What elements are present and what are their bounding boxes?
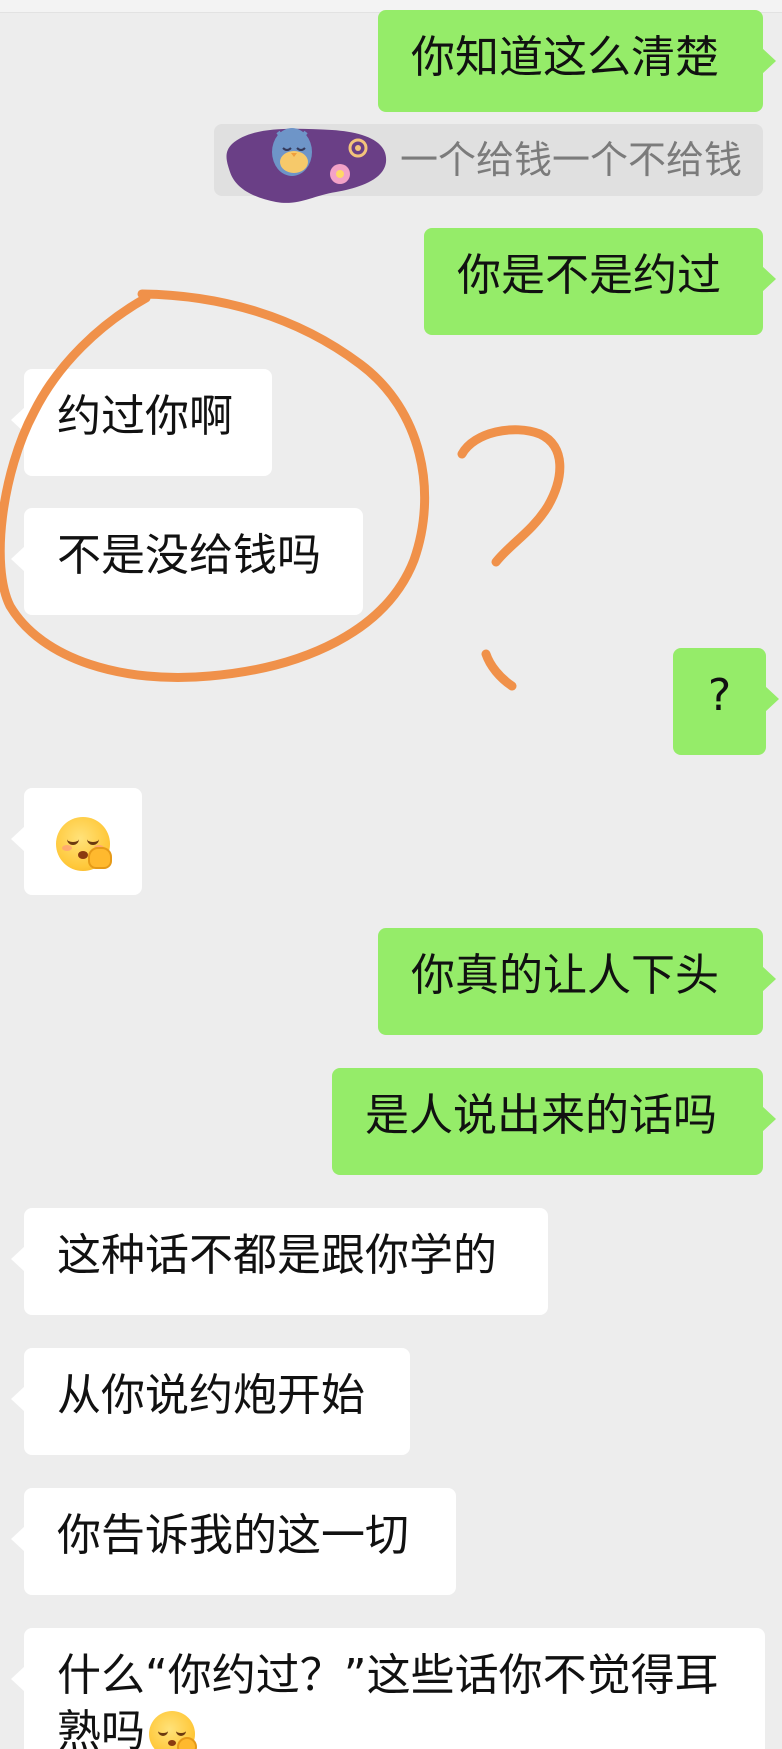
message-text: 你真的让人下头 <box>411 950 719 1001</box>
message-text: 从你说约炮开始 <box>57 1370 365 1421</box>
message-bubble-outgoing[interactable]: 你知道这么清楚 <box>378 10 776 112</box>
smirk-shushing-emoji-icon <box>56 817 112 871</box>
message-bubble-outgoing[interactable]: 你是不是约过 <box>424 228 776 335</box>
question-mark-icon <box>457 425 565 567</box>
message-bubble-incoming[interactable]: 约过你啊 <box>11 369 272 476</box>
message-text: ? <box>707 670 732 721</box>
message-text: 不是没给钱吗 <box>57 530 321 581</box>
message-bubble-incoming[interactable]: 你告诉我的这一切 <box>11 1488 456 1595</box>
message-bubble-incoming[interactable] <box>11 788 142 895</box>
message-text: 你是不是约过 <box>457 250 721 301</box>
message-bubble-outgoing[interactable]: 你真的让人下头 <box>378 928 776 1035</box>
smirk-shushing-emoji-icon <box>149 1711 197 1749</box>
message-text: 你告诉我的这一切 <box>57 1510 409 1561</box>
message-bubble-outgoing[interactable]: 是人说出来的话吗 <box>332 1068 776 1175</box>
message-bubble-incoming[interactable]: 不是没给钱吗 <box>11 508 363 615</box>
quoted-text: 一个给钱一个不给钱 <box>400 138 743 182</box>
message-text: 是人说出来的话吗 <box>365 1090 717 1141</box>
message-bubble-outgoing[interactable]: ? <box>673 648 779 755</box>
message-text: 这种话不都是跟你学的 <box>57 1230 497 1281</box>
message-text: 你知道这么清楚 <box>411 32 719 83</box>
circle-icon <box>0 289 430 683</box>
message-bubble-incoming[interactable]: 从你说约炮开始 <box>11 1348 410 1455</box>
question-mark-dot-icon <box>481 649 517 691</box>
message-text: 约过你啊 <box>57 391 233 442</box>
sticker-scribble-icon <box>226 128 387 203</box>
chat-screen: 你知道这么清楚 一个给钱一个不给钱 你是不是约过 约过你啊 不是没给钱吗 ? 你… <box>0 0 782 1749</box>
message-bubble-incoming[interactable]: 什么“你约过？”这些话你不觉得耳熟吗 <box>11 1628 765 1749</box>
message-bubble-incoming[interactable]: 这种话不都是跟你学的 <box>11 1208 548 1315</box>
